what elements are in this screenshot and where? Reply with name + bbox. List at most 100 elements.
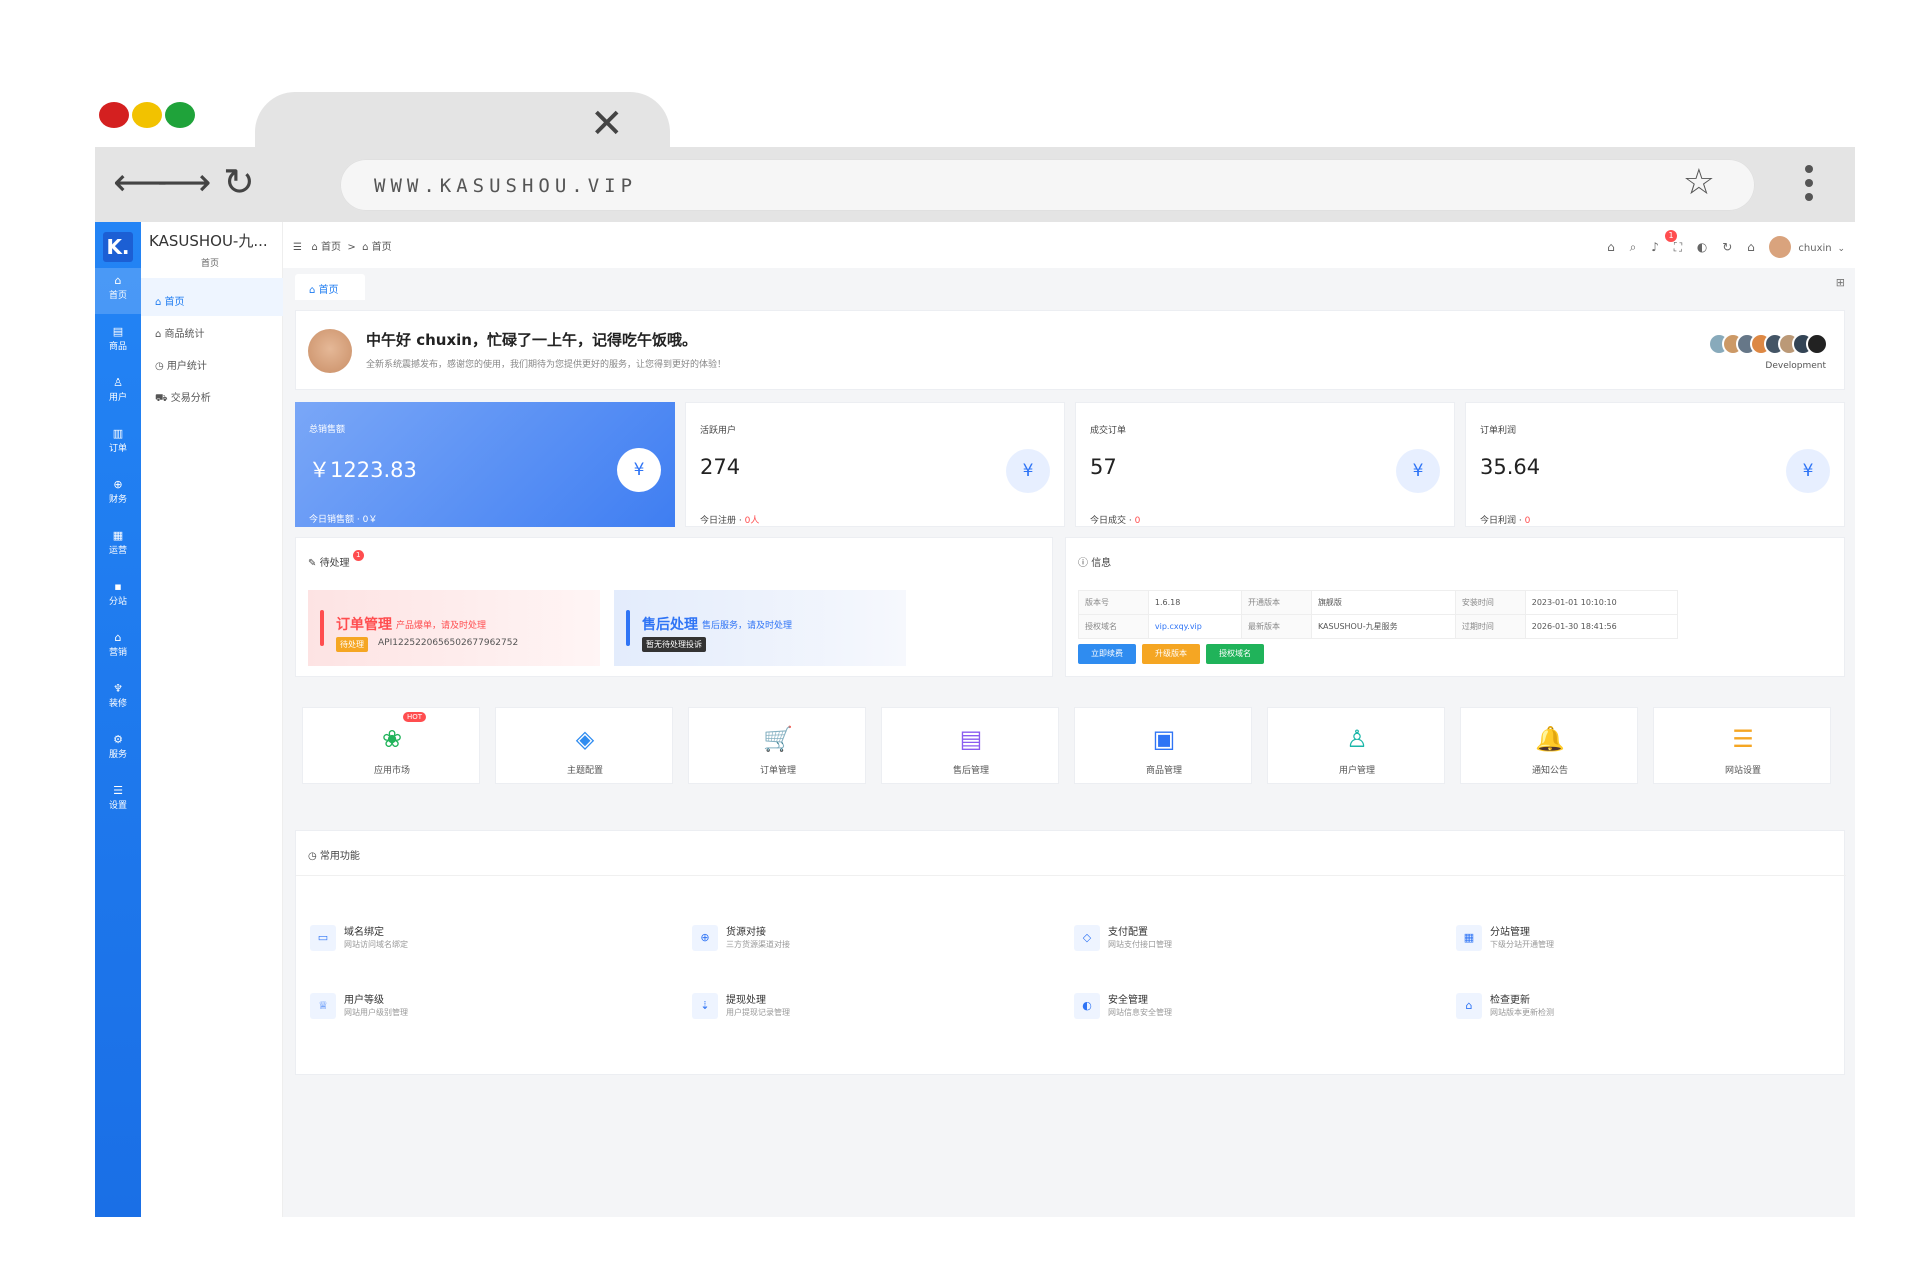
order-pending-desc: 产品爆单，请及时处理 bbox=[396, 621, 487, 631]
stat-value: 274 bbox=[700, 455, 741, 479]
refresh-icon[interactable]: ↻ bbox=[1722, 240, 1732, 254]
domain-link[interactable]: vip.cxqy.vip bbox=[1147, 614, 1243, 639]
breadcrumb-item[interactable]: 首页 bbox=[321, 242, 341, 253]
breadcrumb-item: 首页 bbox=[371, 242, 392, 253]
service-icon: ⚙ bbox=[113, 733, 123, 746]
minimize-window-button[interactable] bbox=[132, 102, 162, 128]
quick-entry-0[interactable]: ❀ 应用市场 HOT bbox=[302, 707, 480, 784]
function-title: 分站管理 bbox=[1490, 927, 1530, 938]
rail-item-7[interactable]: ⌂ 营销 bbox=[95, 625, 141, 671]
rail-item-label: 订单 bbox=[108, 444, 127, 454]
function-desc: 用户提现记录管理 bbox=[726, 1008, 790, 1017]
fullscreen-icon[interactable]: ⛶ bbox=[1674, 240, 1682, 254]
pending-badge: 1 bbox=[352, 550, 364, 561]
rail-item-2[interactable]: ♙ 用户 bbox=[95, 370, 141, 416]
close-tab-icon[interactable]: ✕ bbox=[590, 104, 624, 144]
logo: K. bbox=[103, 232, 133, 262]
rail-item-5[interactable]: ▦ 运营 bbox=[95, 523, 141, 569]
bell-icon: 🔔 bbox=[1535, 725, 1565, 753]
table-cell: 安装时间 bbox=[1454, 590, 1526, 615]
maximize-window-button[interactable] bbox=[165, 102, 195, 128]
function-item[interactable]: ◇ 支付配置 网站支付接口管理 bbox=[1074, 921, 1374, 961]
bookmark-star-icon[interactable]: ☆ bbox=[1683, 165, 1715, 201]
function-desc: 网站访问域名绑定 bbox=[344, 940, 408, 949]
rail-item-9[interactable]: ⚙ 服务 bbox=[95, 727, 141, 773]
order-pending-card[interactable]: 订单管理 产品爆单，请及时处理 待处理 API12252206565026779… bbox=[308, 590, 600, 666]
aftersale-pending-card[interactable]: 售后处理 售后服务，请及时处理 暂无待处理投诉 bbox=[614, 590, 906, 666]
info-title: ⓘ 信息 bbox=[1078, 558, 1112, 569]
function-desc: 网站版本更新检测 bbox=[1490, 1008, 1554, 1017]
table-row: 版本号 1.6.18 开通版本 旗舰版 安装时间 2023-01-01 10:1… bbox=[1078, 590, 1679, 615]
stat-label: 活跃用户 bbox=[700, 426, 737, 436]
goods-box-icon: ▣ bbox=[1152, 725, 1176, 753]
home-icon: ⌂ bbox=[114, 274, 122, 287]
rail-item-4[interactable]: ⊕ 财务 bbox=[95, 472, 141, 518]
goods-icon: ▤ bbox=[112, 325, 124, 338]
tab-home[interactable]: ⌂ 首页 bbox=[295, 274, 365, 300]
forward-icon[interactable]: ⟶ bbox=[157, 163, 211, 201]
quick-entry-3[interactable]: ▤ 售后管理 bbox=[881, 707, 1059, 784]
stat-value: 35.64 bbox=[1480, 455, 1541, 479]
stat-sub: 今日注册 · 0人 bbox=[700, 516, 760, 526]
notification-bell-icon[interactable]: ♪ bbox=[1651, 240, 1659, 254]
branch-icon: ▪ bbox=[114, 580, 122, 593]
function-item[interactable]: ⊕ 货源对接 三方货源渠道对接 bbox=[692, 921, 992, 961]
username[interactable]: chuxin bbox=[1798, 243, 1831, 254]
quick-entry-label: 应用市场 bbox=[373, 766, 410, 776]
quick-entry-4[interactable]: ▣ 商品管理 bbox=[1074, 707, 1252, 784]
function-item[interactable]: ◐ 安全管理 网站信息安全管理 bbox=[1074, 989, 1374, 1029]
close-window-button[interactable] bbox=[99, 102, 129, 128]
rail-item-0[interactable]: ⌂ 首页 bbox=[95, 268, 141, 314]
chevron-down-icon[interactable]: ⌄ bbox=[1837, 244, 1845, 254]
home-shortcut-icon[interactable]: ⌂ bbox=[1607, 240, 1615, 254]
main-rail: K. ⌂ 首页 ▤ 商品 ♙ 用户 ▥ 订单 ⊕ 财务 ▦ 运营 ▪ 分站 ⌂ 营销 ♆ 装修 ⚙ 服务 ☰ 设置 bbox=[95, 222, 141, 1217]
quick-entry-5[interactable]: ♙ 用户管理 bbox=[1267, 707, 1445, 784]
stat-sub: 今日利润 · 0 bbox=[1480, 516, 1531, 526]
rail-item-8[interactable]: ♆ 装修 bbox=[95, 676, 141, 722]
rail-item-3[interactable]: ▥ 订单 bbox=[95, 421, 141, 467]
submenu-panel: KASUSHOU-九... 首页 ⌂ 首页 ⌂ 商品统计 ◷ 用户统计 ⛟ 交易… bbox=[141, 222, 283, 1217]
quick-entry-1[interactable]: ◈ 主题配置 bbox=[495, 707, 673, 784]
function-item[interactable]: ▦ 分站管理 下级分站开通管理 bbox=[1456, 921, 1756, 961]
avatar[interactable] bbox=[1768, 236, 1791, 258]
renew-button[interactable]: 立即续费 bbox=[1078, 644, 1136, 664]
quick-entry-2[interactable]: 🛒 订单管理 bbox=[688, 707, 866, 784]
quick-entry-label: 用户管理 bbox=[1338, 766, 1375, 776]
order-icon: ▥ bbox=[112, 427, 124, 440]
upgrade-button[interactable]: 升级版本 bbox=[1142, 644, 1200, 664]
function-title: 用户等级 bbox=[344, 995, 384, 1006]
function-item[interactable]: ▭ 域名绑定 网站访问域名绑定 bbox=[310, 921, 610, 961]
reload-icon[interactable]: ↻ bbox=[223, 163, 255, 201]
quick-entry-label: 商品管理 bbox=[1145, 766, 1182, 776]
grid-menu-icon[interactable]: ⊞ bbox=[1836, 276, 1845, 289]
function-item[interactable]: ⇣ 提现处理 用户提现记录管理 bbox=[692, 989, 992, 1029]
update-icon: ⌂ bbox=[1456, 993, 1482, 1019]
stat-value: ￥1223.83 bbox=[309, 458, 417, 482]
quick-entry-7[interactable]: ☰ 网站设置 bbox=[1653, 707, 1831, 784]
lock-icon[interactable]: ⌂ bbox=[1747, 240, 1755, 254]
info-table: 版本号 1.6.18 开通版本 旗舰版 安装时间 2023-01-01 10:1… bbox=[1078, 590, 1679, 639]
rail-item-1[interactable]: ▤ 商品 bbox=[95, 319, 141, 365]
theme-icon: ◈ bbox=[575, 725, 595, 753]
function-item[interactable]: ⌂ 检查更新 网站版本更新检测 bbox=[1456, 989, 1756, 1029]
address-bar[interactable]: WWW.KASUSHOU.VIP ☆ bbox=[340, 159, 1755, 211]
authorize-domain-button[interactable]: 授权域名 bbox=[1206, 644, 1264, 664]
quick-entry-6[interactable]: 🔔 通知公告 bbox=[1460, 707, 1638, 784]
theme-icon[interactable]: ◐ bbox=[1697, 240, 1707, 254]
no-complaint-tag: 暂无待处理投诉 bbox=[642, 637, 706, 652]
quick-entry-label: 售后管理 bbox=[952, 766, 989, 776]
browser-menu-icon[interactable] bbox=[1805, 165, 1815, 207]
page-tabs-bar: ⌂ 首页 ⊞ bbox=[283, 268, 1855, 300]
settings-icon: ☰ bbox=[113, 784, 123, 797]
rail-item-label: 服务 bbox=[108, 750, 127, 760]
rail-item-label: 分站 bbox=[108, 597, 127, 607]
rail-item-10[interactable]: ☰ 设置 bbox=[95, 778, 141, 824]
submenu-item-trade-analysis[interactable]: ⛟ 交易分析 bbox=[141, 374, 283, 412]
order-code: API12252206565026779​62752 bbox=[378, 638, 519, 648]
function-item[interactable]: ♕ 用户等级 网站用户级别管理 bbox=[310, 989, 610, 1029]
stat-label: 订单利润 bbox=[1480, 426, 1517, 436]
search-icon[interactable]: ⌕ bbox=[1630, 240, 1637, 254]
collapse-menu-icon[interactable]: ☰ bbox=[293, 242, 302, 253]
rail-item-6[interactable]: ▪ 分站 bbox=[95, 574, 141, 620]
coin-icon: ¥ bbox=[1006, 449, 1050, 493]
